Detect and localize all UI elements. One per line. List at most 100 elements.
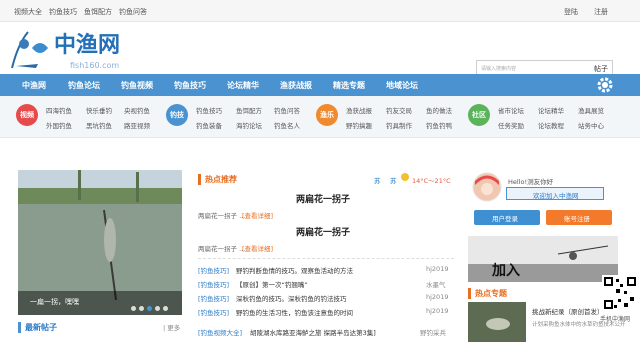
hot-topic-1-detail-link[interactable]: [查看详细]	[242, 210, 273, 220]
nav-regional[interactable]: 地域论坛	[386, 80, 418, 91]
carousel-dot[interactable]	[139, 306, 144, 311]
category-skill-badge[interactable]: 钓技	[166, 104, 188, 126]
hot-topic-1[interactable]: 两扁花一拐子	[296, 192, 350, 205]
cat-link[interactable]: 快乐垂钓	[86, 105, 112, 115]
latest-more-link[interactable]: | 更多	[163, 322, 180, 332]
cat-link[interactable]: 鱼饵配方	[236, 105, 262, 115]
divider	[198, 258, 454, 259]
photo-carousel[interactable]: 一扁一拐，嘿嘿	[18, 170, 182, 315]
weather-province: 苏	[390, 177, 397, 185]
hot-topic-1-summary: 两扁花一拐子 ...	[198, 212, 246, 220]
category-video-badge[interactable]: 视频	[16, 104, 38, 126]
cat-link[interactable]: 钓友交局	[386, 105, 412, 115]
nav-topics[interactable]: 精选专题	[333, 80, 365, 91]
top-link-qa[interactable]: 钓鱼问答	[119, 7, 147, 17]
carousel-dots	[131, 306, 168, 311]
special-topic-thumbnail[interactable]	[468, 302, 526, 342]
cat-link[interactable]: 野钓搞趣	[346, 120, 372, 130]
nav-reports[interactable]: 渔获战报	[280, 80, 312, 91]
cat-link[interactable]: 钓鱼名人	[274, 120, 300, 130]
nav-tips[interactable]: 钓鱼技巧	[174, 80, 206, 91]
register-button[interactable]: 账号注册	[546, 210, 612, 225]
list-item-category[interactable]: [钓鱼技巧]	[198, 279, 229, 289]
special-topics-title: 热点专题	[468, 288, 507, 299]
top-link-video[interactable]: 视频大全	[14, 7, 42, 17]
sun-icon	[401, 173, 409, 181]
cat-link[interactable]: 渔具展览	[578, 105, 604, 115]
list-item-category[interactable]: [钓鱼技巧]	[198, 293, 229, 303]
cat-link[interactable]: 四海钓鱼	[46, 105, 72, 115]
cat-link[interactable]: 海钓论坛	[236, 120, 262, 130]
carousel-dot[interactable]	[163, 306, 168, 311]
top-bar: 视频大全 钓鱼技巧 鱼饵配方 钓鱼问答 登陆 注册	[0, 0, 640, 22]
welcome-box[interactable]: 欢迎加入中渔网	[506, 187, 604, 200]
search-placeholder: 请输入搜索内容	[481, 66, 517, 72]
list-item-title[interactable]: 深秋钓鱼的技巧。深秋钓鱼的钓法技巧	[236, 293, 347, 303]
carousel-dot-active[interactable]	[147, 306, 152, 311]
cat-link[interactable]: 省市论坛	[498, 105, 524, 115]
cat-link[interactable]: 渔获战报	[346, 105, 372, 115]
list-item-title[interactable]: 野钓判断鱼情的技巧。观察鱼活动的方法	[236, 265, 353, 275]
cat-link[interactable]: 钓具制作	[386, 120, 412, 130]
search-type-button[interactable]: 帖子	[594, 64, 608, 74]
list-item-title[interactable]: 野钓鱼的生活习性，钓鱼该注意鱼的时间	[236, 307, 353, 317]
cat-link[interactable]: 论坛精华	[538, 105, 564, 115]
cat-link[interactable]: 任务奖励	[498, 120, 524, 130]
login-button[interactable]: 用户登录	[474, 210, 540, 225]
cat-link[interactable]: 央视钓鱼	[124, 105, 150, 115]
nav-forum[interactable]: 钓鱼论坛	[68, 80, 100, 91]
user-greeting: Hello!测友你好	[508, 178, 554, 186]
cat-link[interactable]: 钓鱼装备	[196, 120, 222, 130]
register-button-label: 账号注册	[564, 215, 590, 223]
cat-link[interactable]: 鱼的做法	[426, 105, 452, 115]
top-link-bait[interactable]: 鱼饵配方	[84, 7, 112, 17]
nav-essence[interactable]: 论坛精华	[227, 80, 259, 91]
cat-link[interactable]: 钓鱼技巧	[196, 105, 222, 115]
category-fun-badge[interactable]: 渔乐	[316, 104, 338, 126]
logo-text: 中渔网	[54, 32, 120, 58]
cat-link[interactable]: 钓鱼钓鸭	[426, 120, 452, 130]
cat-link[interactable]: 钓鱼问答	[274, 105, 300, 115]
nav-home[interactable]: 中渔网	[22, 80, 46, 91]
hot-topic-2-detail-link[interactable]: [查看详细]	[242, 243, 273, 253]
carousel-caption: 一扁一拐，嘿嘿	[30, 298, 79, 306]
list-item-author[interactable]: hj2019	[426, 293, 448, 301]
list-item-category[interactable]: [钓鱼视频大全]	[198, 327, 242, 337]
weather-city: 苏	[374, 177, 381, 185]
nav-video[interactable]: 钓鱼视频	[121, 80, 153, 91]
list-item-author[interactable]: hj2019	[426, 307, 448, 315]
welcome-text: 欢迎加入中渔网	[533, 192, 579, 200]
site-logo[interactable]: 中渔网 fish160.com	[8, 24, 158, 72]
hot-recommend-title: 热点推荐	[198, 174, 237, 185]
list-item-title[interactable]: 【原创】第一次“钓翘嘴”	[236, 279, 308, 289]
cat-link[interactable]: 外国钓鱼	[46, 120, 72, 130]
list-item-author[interactable]: hj2019	[426, 265, 448, 273]
list-item-category[interactable]: [钓鱼技巧]	[198, 265, 229, 275]
list-item-author[interactable]: 水墨气	[426, 279, 446, 289]
top-links: 视频大全 钓鱼技巧 鱼饵配方 钓鱼问答	[14, 7, 147, 17]
login-button-label: 用户登录	[492, 215, 518, 223]
cat-link[interactable]: 论坛教程	[538, 120, 564, 130]
cat-link[interactable]: 黑坑钓鱼	[86, 120, 112, 130]
join-banner[interactable]: 加入	[468, 236, 618, 282]
carousel-dot[interactable]	[155, 306, 160, 311]
list-item-author[interactable]: 野钓采兵	[420, 327, 446, 337]
special-topic-title[interactable]: 挑战新纪录（原创首发）	[532, 306, 604, 316]
login-link[interactable]: 登陆	[564, 7, 578, 17]
register-link[interactable]: 注册	[594, 7, 608, 17]
user-panel: Hello!测友你好 欢迎加入中渔网 用户登录 账号注册 加入 热点专题 挑战新…	[468, 170, 626, 343]
banner-image	[468, 236, 618, 282]
gear-icon[interactable]	[596, 76, 614, 94]
cat-link[interactable]: 站务中心	[578, 120, 604, 130]
list-item-category[interactable]: [钓鱼技巧]	[198, 307, 229, 317]
hot-topic-2[interactable]: 两扁花一拐子	[296, 225, 350, 238]
category-community-badge[interactable]: 社区	[468, 104, 490, 126]
qr-code	[602, 275, 638, 311]
cat-link[interactable]: 路亚视频	[124, 120, 150, 130]
top-link-tips[interactable]: 钓鱼技巧	[49, 7, 77, 17]
hot-topic-2-summary: 两扁花一拐子 ...	[198, 245, 246, 253]
weather-temp: 14°C～21°C	[412, 177, 451, 185]
latest-posts-title: 最新帖子	[18, 322, 57, 333]
list-item-title[interactable]: 胡陵湖水库路亚海鲈之旅 探路半岛达第3集]	[250, 327, 376, 337]
carousel-dot[interactable]	[131, 306, 136, 311]
